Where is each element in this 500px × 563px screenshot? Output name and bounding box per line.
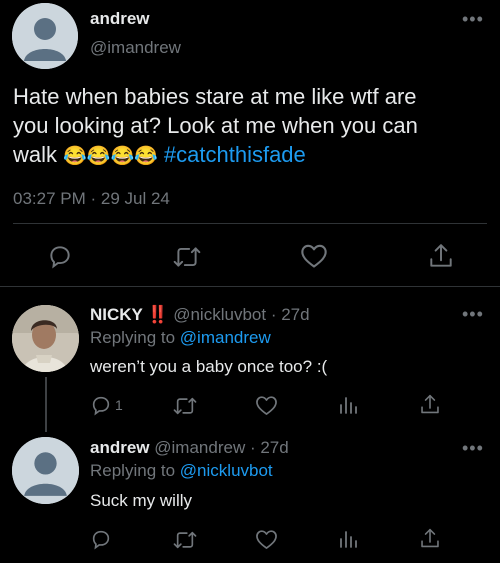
timestamp[interactable]: · 27d	[271, 305, 310, 324]
retweet-icon[interactable]	[173, 395, 197, 417]
display-name[interactable]: NICKY ‼️	[90, 305, 168, 324]
reply-icon[interactable]	[47, 243, 73, 269]
hashtag-link[interactable]: #catchthisfade	[164, 142, 306, 167]
timestamp[interactable]: 03:27 PM · 29 Jul 24	[13, 189, 170, 209]
display-name[interactable]: andrew	[90, 438, 150, 457]
replying-to: Replying to @nickluvbot	[90, 461, 273, 481]
reply-icon[interactable]	[90, 528, 112, 550]
handle[interactable]: @imandrew	[154, 438, 245, 457]
tweet-text-word: walk	[13, 142, 58, 167]
reply-header: andrew @imandrew · 27d	[90, 438, 289, 458]
replying-to: Replying to @imandrew	[90, 328, 271, 348]
reply-text: weren’t you a baby once too? :(	[90, 357, 328, 376]
retweet-icon[interactable]	[173, 529, 197, 551]
tweet-text-line: walk 😂😂😂😂 #catchthisfade	[13, 140, 493, 171]
profile-photo-icon	[12, 305, 79, 372]
retweet-icon[interactable]	[173, 244, 201, 270]
heart-icon[interactable]	[255, 395, 278, 416]
replying-to-label: Replying to	[90, 461, 176, 480]
handle[interactable]: @imandrew	[90, 38, 181, 58]
default-avatar-icon	[12, 3, 78, 69]
reply-text: Suck my willy	[90, 491, 193, 510]
timestamp[interactable]: · 27d	[250, 438, 289, 457]
views-icon[interactable]	[338, 395, 358, 415]
handle[interactable]: @nickluvbot	[173, 305, 266, 324]
share-icon[interactable]	[419, 393, 441, 416]
tweet-text-line: you looking at? Look at me when you can	[13, 113, 418, 138]
avatar[interactable]	[12, 3, 78, 69]
share-icon[interactable]	[428, 242, 454, 270]
divider	[0, 286, 500, 287]
reply-icon[interactable]	[90, 394, 112, 416]
thread-line	[45, 377, 47, 432]
divider	[13, 223, 487, 224]
replying-to-label: Replying to	[90, 328, 176, 347]
avatar[interactable]	[12, 305, 79, 372]
default-avatar-icon	[12, 437, 79, 504]
heart-icon[interactable]	[300, 243, 328, 269]
reply-header: NICKY ‼️ @nickluvbot · 27d	[90, 305, 310, 325]
mention-link[interactable]: @imandrew	[180, 328, 271, 347]
views-icon[interactable]	[338, 529, 358, 549]
display-name[interactable]: andrew	[90, 9, 150, 29]
mention-link[interactable]: @nickluvbot	[180, 461, 273, 480]
tweet-text-line: Hate when babies stare at me like wtf ar…	[13, 84, 417, 109]
more-dots-icon[interactable]: •••	[462, 305, 484, 323]
more-dots-icon[interactable]: •••	[462, 10, 484, 28]
tweet-text: Hate when babies stare at me like wtf ar…	[13, 82, 493, 171]
more-dots-icon[interactable]: •••	[462, 439, 484, 457]
heart-icon[interactable]	[255, 529, 278, 550]
avatar[interactable]	[12, 437, 79, 504]
emoji: 😂😂😂😂	[63, 146, 158, 167]
share-icon[interactable]	[419, 527, 441, 550]
reply-count: 1	[115, 397, 123, 413]
